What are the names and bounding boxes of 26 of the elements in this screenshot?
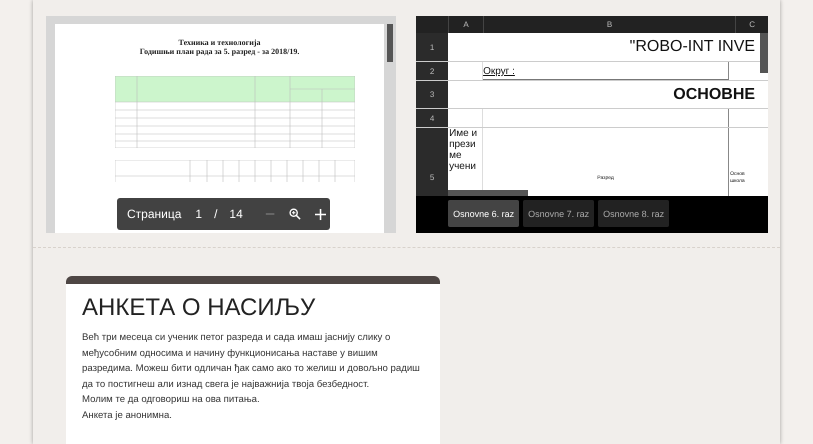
document-title: Годишњи план рада за 5. разред - за 2018/19. (140, 47, 300, 56)
sheet-tab[interactable]: Osnovne 7. raz (523, 200, 594, 227)
page-number: 1 (195, 207, 202, 221)
page-separator: / (214, 207, 218, 221)
row-header: 3 (416, 81, 448, 108)
scrollbar[interactable] (387, 24, 394, 62)
sheet-tab[interactable]: Osnovne 6. raz (448, 200, 520, 227)
row-header: 2 (416, 62, 448, 80)
form-title: АНКЕТА О НАСИЉУ (82, 294, 316, 322)
table-cell: Округ : (483, 62, 730, 80)
table-cell-text: "ROBO-INT INVE (628, 37, 756, 57)
row-header: 5 (416, 128, 448, 196)
scrollbar[interactable] (448, 190, 528, 196)
page-label: Страница (127, 207, 182, 221)
form-description: Већ три месеца си ученик петог разреда и сада имаш јаснију слику о међусобним односима и начину функционисања наставе у вишим разредима. Можеш бити одличан ђак само ако то желиш и довољно радиш да то постигнеш али изнад свега је најважнија твоја безбедност. (82, 331, 421, 392)
page-count: 14 (229, 207, 243, 221)
form-description: Молим те да одговориш на ова питања. (82, 393, 261, 407)
form-description: Анкета је анонимна. (82, 408, 173, 422)
document-title: Техника и технологија (178, 38, 261, 47)
row-header: 4 (416, 109, 448, 127)
table-cell-text: ОСНОВНЕ (672, 84, 756, 104)
row-header: 1 (416, 33, 448, 61)
sheet-tab[interactable]: Osnovne 8. raz (598, 200, 670, 227)
scrollbar[interactable] (760, 33, 768, 73)
zoom-in-icon[interactable] (314, 208, 326, 220)
zoom-icon[interactable] (289, 207, 301, 221)
